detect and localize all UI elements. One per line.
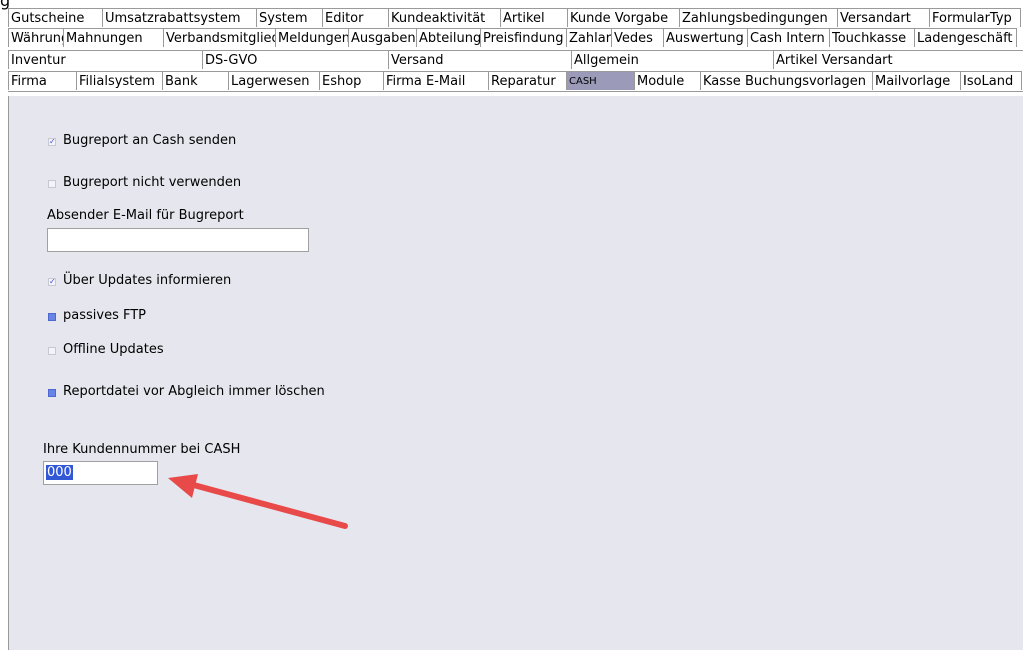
- updates-info-checkbox[interactable]: ✓: [48, 278, 56, 286]
- tab-allgemein[interactable]: Allgemein: [571, 50, 773, 69]
- offline-updates-label: Offline Updates: [63, 342, 164, 357]
- tab-editor[interactable]: Editor: [322, 8, 388, 27]
- tab-cash-intern[interactable]: Cash Intern: [747, 28, 829, 47]
- tab-ausgaben[interactable]: Ausgaben: [348, 28, 416, 47]
- tab-row-3: Inventur DS-GVO Versand Allgemein Artikel Ve…: [8, 50, 1023, 70]
- tab-row-1: Gutscheine Umsatzrabattsystem System Editor…: [8, 8, 1023, 28]
- tab-kasse-buchungsvorlagen[interactable]: Kasse Buchungsvorlagen: [700, 71, 872, 90]
- sender-email-field[interactable]: [47, 228, 309, 252]
- tab-meldungen[interactable]: Meldungen: [275, 28, 348, 47]
- red-arrow-annotation: [168, 474, 348, 529]
- customer-number-value: 000: [46, 465, 73, 480]
- tab-filialsystem[interactable]: Filialsystem: [76, 71, 162, 90]
- tab-versandart[interactable]: Versandart: [837, 8, 929, 27]
- tab-preisfindung[interactable]: Preisfindung: [480, 28, 566, 47]
- tab-bank[interactable]: Bank: [162, 71, 228, 90]
- tab-artikel-versandart[interactable]: Artikel Versandart: [773, 50, 1023, 69]
- passive-ftp-checkbox[interactable]: [48, 313, 56, 321]
- customer-number-field[interactable]: 000: [43, 461, 158, 485]
- tab-formulartyp[interactable]: FormularTyp: [929, 8, 1021, 27]
- tab-gutscheine[interactable]: Gutscheine: [8, 8, 102, 27]
- tab-ladengeschäft[interactable]: Ladengeschäft: [914, 28, 1017, 47]
- tab-row-4: Firma Filialsystem Bank Lagerwesen Eshop Firm…: [8, 71, 1023, 92]
- tab-firma-e-mail[interactable]: Firma E-Mail: [383, 71, 488, 90]
- tab-ds-gvo[interactable]: DS-GVO: [202, 50, 388, 69]
- tab-währung[interactable]: Währung: [8, 28, 63, 47]
- tab-firma[interactable]: Firma: [8, 71, 76, 90]
- tab-module[interactable]: Module: [634, 71, 700, 90]
- tab-isoland[interactable]: IsoLand: [960, 71, 1022, 90]
- cash-settings-panel: ✓ Bugreport an Cash senden Bugreport nic…: [8, 96, 1023, 650]
- passive-ftp-label: passives FTP: [63, 308, 147, 323]
- report-delete-checkbox[interactable]: [48, 389, 56, 397]
- tab-abteilung[interactable]: Abteilung: [416, 28, 480, 47]
- tab-cash[interactable]: CASH: [566, 71, 634, 90]
- offline-updates-checkbox[interactable]: [48, 347, 56, 355]
- tab-zahlart[interactable]: Zahlart: [566, 28, 611, 47]
- report-delete-label: Reportdatei vor Abgleich immer löschen: [63, 384, 325, 399]
- bugreport-cash-checkbox[interactable]: ✓: [48, 138, 56, 146]
- tab-zahlungsbedingungen[interactable]: Zahlungsbedingungen: [679, 8, 837, 27]
- bugreport-none-label: Bugreport nicht verwenden: [63, 175, 242, 190]
- bugreport-none-checkbox[interactable]: [48, 180, 56, 188]
- tab-touchkasse[interactable]: Touchkasse: [829, 28, 914, 47]
- top-strip: g: [0, 0, 1023, 10]
- tab-inventur[interactable]: Inventur: [8, 50, 202, 69]
- updates-info-label: Über Updates informieren: [63, 273, 232, 288]
- customer-number-label: Ihre Kundennummer bei CASH: [43, 442, 241, 457]
- tab-vedes[interactable]: Vedes: [611, 28, 663, 47]
- tab-kunde-vorgabe[interactable]: Kunde Vorgabe: [567, 8, 679, 27]
- tab-kundeaktivität[interactable]: Kundeaktivität: [388, 8, 500, 27]
- tab-verbandsmitglied[interactable]: Verbandsmitglied: [163, 28, 275, 47]
- tab-eshop[interactable]: Eshop: [319, 71, 383, 90]
- tab-system[interactable]: System: [256, 8, 322, 27]
- arrow-head: [168, 474, 198, 498]
- sender-email-label: Absender E-Mail für Bugreport: [47, 208, 244, 223]
- tab-versand[interactable]: Versand: [388, 50, 571, 69]
- tab-mahnungen[interactable]: Mahnungen: [63, 28, 163, 47]
- tab-row-2: WährungMahnungenVerbandsmitgliedMeldunge…: [8, 28, 1023, 48]
- bugreport-cash-label: Bugreport an Cash senden: [63, 133, 237, 148]
- tab-mailvorlage[interactable]: Mailvorlage: [872, 71, 960, 90]
- tab-lagerwesen[interactable]: Lagerwesen: [228, 71, 319, 90]
- arrow-shaft: [187, 481, 348, 529]
- tab-umsatzrabattsystem[interactable]: Umsatzrabattsystem: [102, 8, 256, 27]
- tab-reparatur[interactable]: Reparatur: [488, 71, 566, 90]
- tab-auswertung[interactable]: Auswertung: [663, 28, 747, 47]
- tab-artikel[interactable]: Artikel: [500, 8, 567, 27]
